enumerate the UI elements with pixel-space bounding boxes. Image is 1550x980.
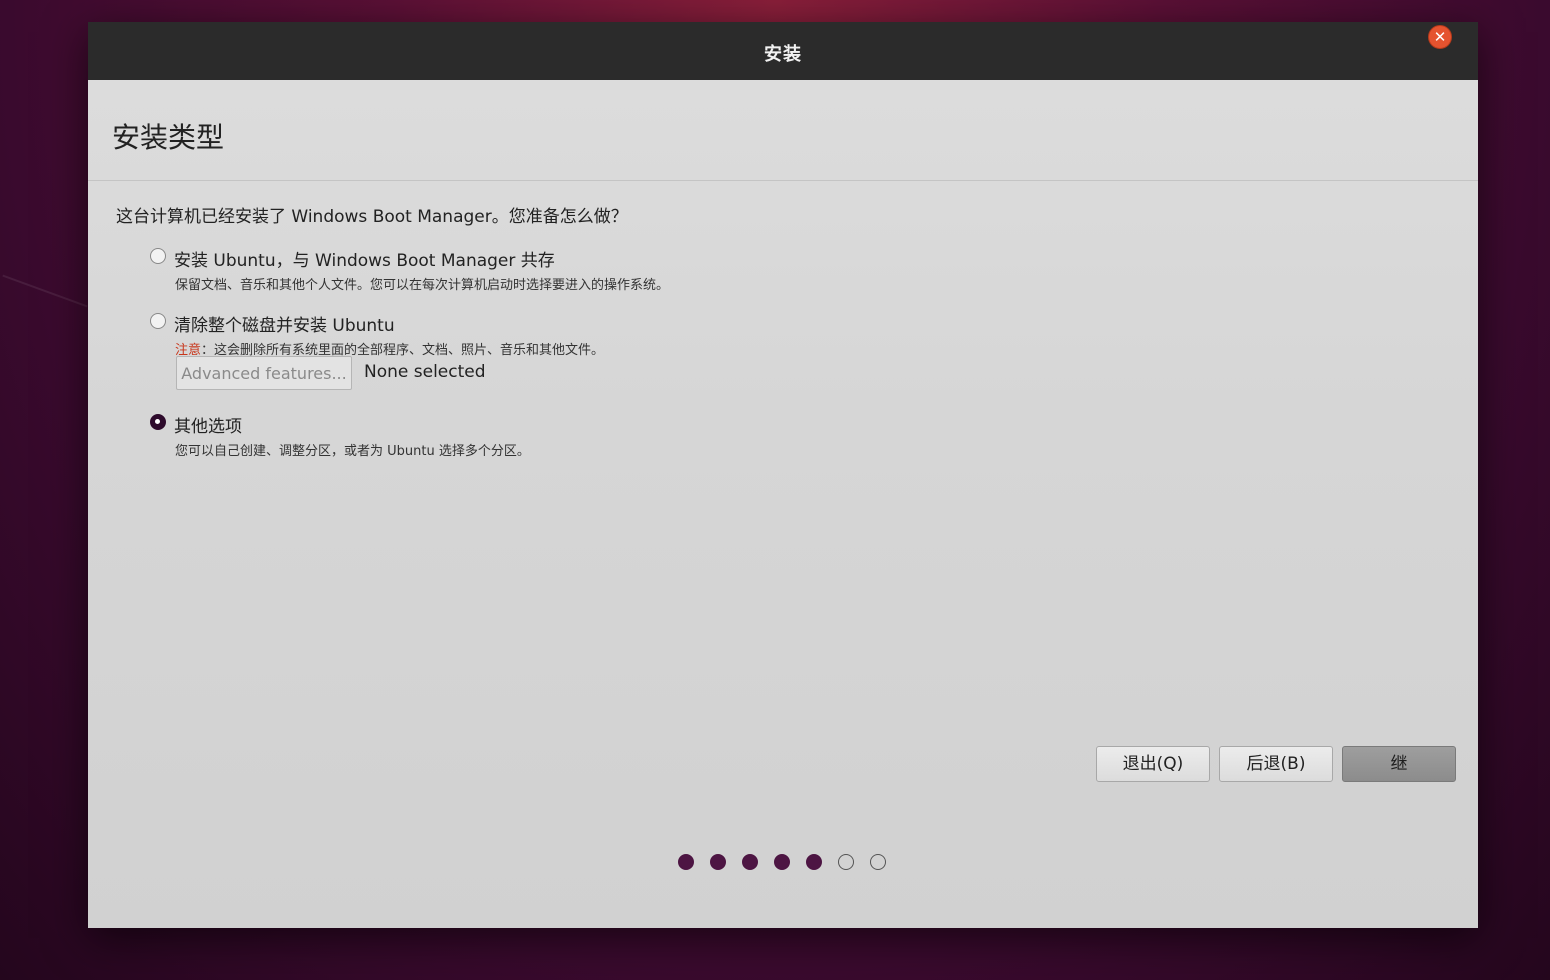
question-text: 这台计算机已经安装了 Windows Boot Manager。您准备怎么做？: [116, 207, 628, 227]
progress-dot: [870, 854, 886, 870]
progress-dot: [806, 854, 822, 870]
option-label[interactable]: 清除整个磁盘并安装 Ubuntu: [174, 311, 395, 336]
installer-window: 安装 ✕ 安装类型 这台计算机已经安装了 Windows Boot Manage…: [88, 22, 1478, 928]
continue-button[interactable]: 继: [1342, 746, 1456, 782]
option-description: 保留文档、音乐和其他个人文件。您可以在每次计算机启动时选择要进入的操作系统。: [175, 278, 670, 293]
close-icon[interactable]: ✕: [1428, 25, 1452, 49]
progress-dot: [838, 854, 854, 870]
radio-something-else[interactable]: [150, 414, 166, 430]
page-title: 安装类型: [112, 121, 225, 154]
window-title: 安装: [764, 44, 802, 65]
content-area: 安装类型 这台计算机已经安装了 Windows Boot Manager。您准备…: [88, 80, 1478, 928]
radio-erase-disk[interactable]: [150, 313, 166, 329]
radio-install-alongside[interactable]: [150, 248, 166, 264]
option-label[interactable]: 安装 Ubuntu，与 Windows Boot Manager 共存: [174, 246, 555, 271]
title-bar: 安装 ✕: [88, 22, 1478, 80]
header-divider: [88, 180, 1478, 181]
advanced-features-button[interactable]: Advanced features...: [176, 356, 352, 390]
quit-button[interactable]: 退出(Q): [1096, 746, 1210, 782]
advanced-status: None selected: [364, 362, 486, 382]
option-label[interactable]: 其他选项: [174, 412, 242, 437]
progress-dot: [774, 854, 790, 870]
progress-dot: [742, 854, 758, 870]
wallpaper-decoration: [2, 274, 88, 308]
option-description: 您可以自己创建、调整分区，或者为 Ubuntu 选择多个分区。: [175, 444, 530, 459]
progress-dot: [678, 854, 694, 870]
progress-dot: [710, 854, 726, 870]
progress-dots: [678, 854, 908, 874]
back-button[interactable]: 后退(B): [1219, 746, 1333, 782]
